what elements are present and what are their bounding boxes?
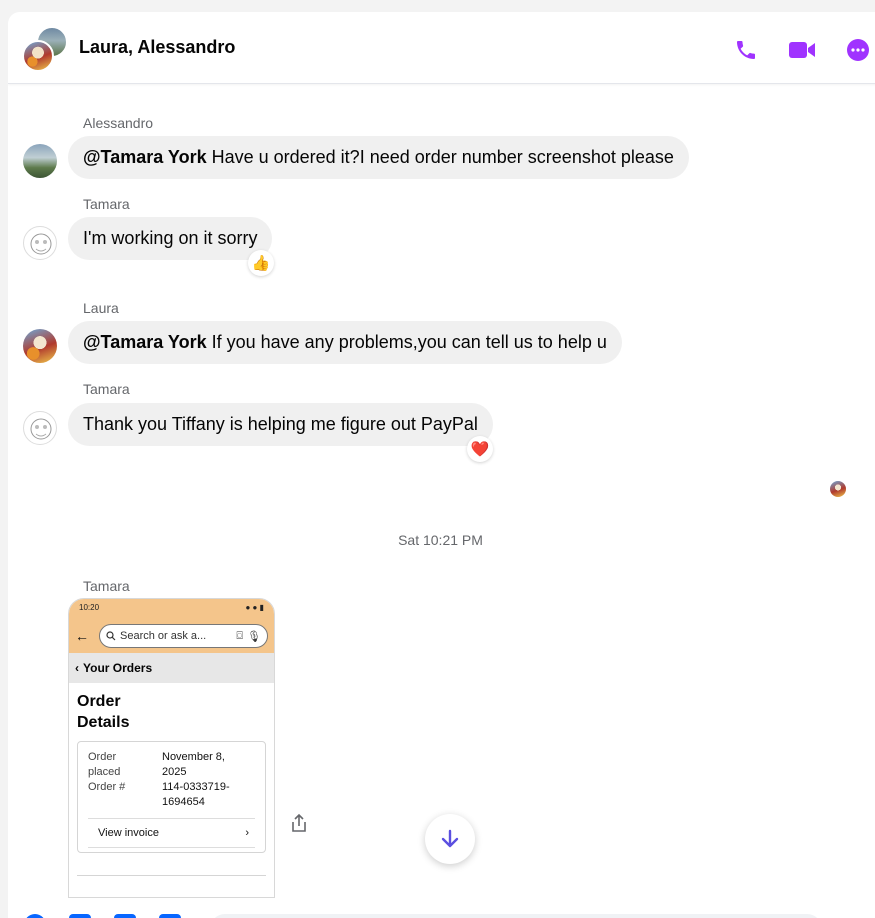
message-bubble[interactable]: I'm working on it sorry [68, 217, 273, 260]
message-text: If you have any problems,you can tell us… [206, 332, 607, 352]
row-value: 2025 [162, 766, 187, 778]
group-avatar[interactable] [22, 26, 68, 72]
phone-icon [737, 41, 755, 59]
reaction-thumbs-up[interactable]: 👍 [248, 250, 274, 276]
sketch-avatar-icon [30, 233, 52, 255]
image-attachment[interactable]: 10:20 ● ● ▮ ← Search or ask a... ⌼ 🎙 ‹ Y… [68, 598, 275, 898]
read-receipt-avatar [830, 481, 846, 497]
message-bubble[interactable]: @Tamara York If you have any problems,yo… [68, 321, 622, 364]
your-orders-link: ‹ Your Orders [69, 653, 274, 683]
sender-name: Laura [83, 300, 119, 316]
chat-header: Laura, Alessandro [8, 12, 875, 84]
mention[interactable]: @Tamara York [83, 147, 207, 167]
row-value: November 8, [162, 751, 225, 763]
phone-time: 10:20 [79, 603, 100, 612]
order-row: 1694654 [88, 795, 255, 810]
phone-search-box: Search or ask a... ⌼ 🎙 [99, 624, 268, 648]
avatar[interactable] [23, 329, 57, 363]
timestamp: Sat 10:21 PM [398, 532, 483, 548]
next-card-edge [77, 875, 266, 885]
phone-search-row: ← Search or ask a... ⌼ 🎙 [69, 619, 274, 653]
avatar[interactable] [23, 411, 57, 445]
title-line: Order [77, 693, 121, 710]
arrow-down-icon [441, 829, 459, 848]
mic-icon: 🎙 [247, 630, 261, 643]
video-call-button[interactable] [786, 34, 818, 66]
video-camera-icon [789, 42, 815, 58]
search-placeholder: Search or ask a... [120, 630, 207, 642]
plus-icon[interactable] [24, 914, 46, 918]
order-row: Order # 114-0333719- [88, 780, 255, 795]
sender-name: Tamara [83, 196, 130, 212]
photo-icon[interactable] [69, 914, 91, 918]
sticker-icon[interactable] [114, 914, 136, 918]
avatar[interactable] [23, 226, 57, 260]
sender-name: Alessandro [83, 115, 154, 131]
orders-link-text: Your Orders [83, 661, 153, 675]
scroll-to-bottom-button[interactable] [425, 814, 475, 864]
message-text: Thank you Tiffany is helping me figure o… [83, 414, 478, 434]
more-options-button[interactable] [842, 34, 874, 66]
order-card: Order November 8, placed 2025 Order # 114-0… [77, 741, 266, 853]
share-icon [292, 813, 306, 832]
order-row: placed 2025 [88, 765, 255, 780]
message-bubble[interactable]: Thank you Tiffany is helping me figure o… [68, 403, 493, 446]
sender-name: Tamara [83, 578, 130, 594]
row-label: Order # [88, 781, 126, 793]
reaction-heart[interactable]: ❤️ [467, 436, 493, 462]
message-text: I'm working on it sorry [83, 228, 258, 248]
title-line: Details [77, 714, 130, 731]
row-value: 1694654 [162, 796, 205, 808]
audio-call-button[interactable] [730, 34, 762, 66]
mention[interactable]: @Tamara York [83, 332, 207, 352]
message-text: Have u ordered it?I need order number sc… [206, 147, 674, 167]
view-invoice-row: View invoice › [88, 818, 255, 848]
share-button[interactable] [288, 812, 310, 834]
chevron-right-icon: › [245, 827, 249, 839]
sketch-avatar-icon [30, 418, 52, 440]
laura-avatar [22, 40, 54, 72]
chat-title[interactable]: Laura, Alessandro [79, 37, 235, 58]
camera-icon: ⌼ [236, 629, 244, 642]
order-details-title: Order Details [69, 683, 274, 741]
header-actions [730, 34, 874, 66]
chat-panel: Laura, Alessandro Alessandro @Tamara Yor… [8, 12, 875, 918]
order-row: Order November 8, [88, 750, 255, 765]
phone-status-bar: 10:20 ● ● ▮ [69, 599, 274, 619]
row-label [88, 795, 162, 810]
row-label: Order [88, 751, 117, 763]
message-bubble[interactable]: @Tamara York Have u ordered it?I need or… [68, 136, 689, 179]
search-icon [106, 631, 116, 641]
sender-name: Tamara [83, 381, 130, 397]
invoice-label: View invoice [98, 827, 159, 839]
avatar[interactable] [23, 144, 57, 178]
status-icons: ● ● ▮ [245, 603, 264, 612]
row-value: 114-0333719- [162, 781, 230, 793]
composer [8, 902, 875, 918]
message-input[interactable] [210, 914, 822, 918]
gif-icon[interactable] [159, 914, 181, 918]
chevron-left-icon: ‹ [75, 661, 79, 675]
row-label: placed [88, 766, 121, 778]
more-dots-icon [847, 39, 869, 61]
back-arrow-icon: ← [75, 628, 89, 644]
